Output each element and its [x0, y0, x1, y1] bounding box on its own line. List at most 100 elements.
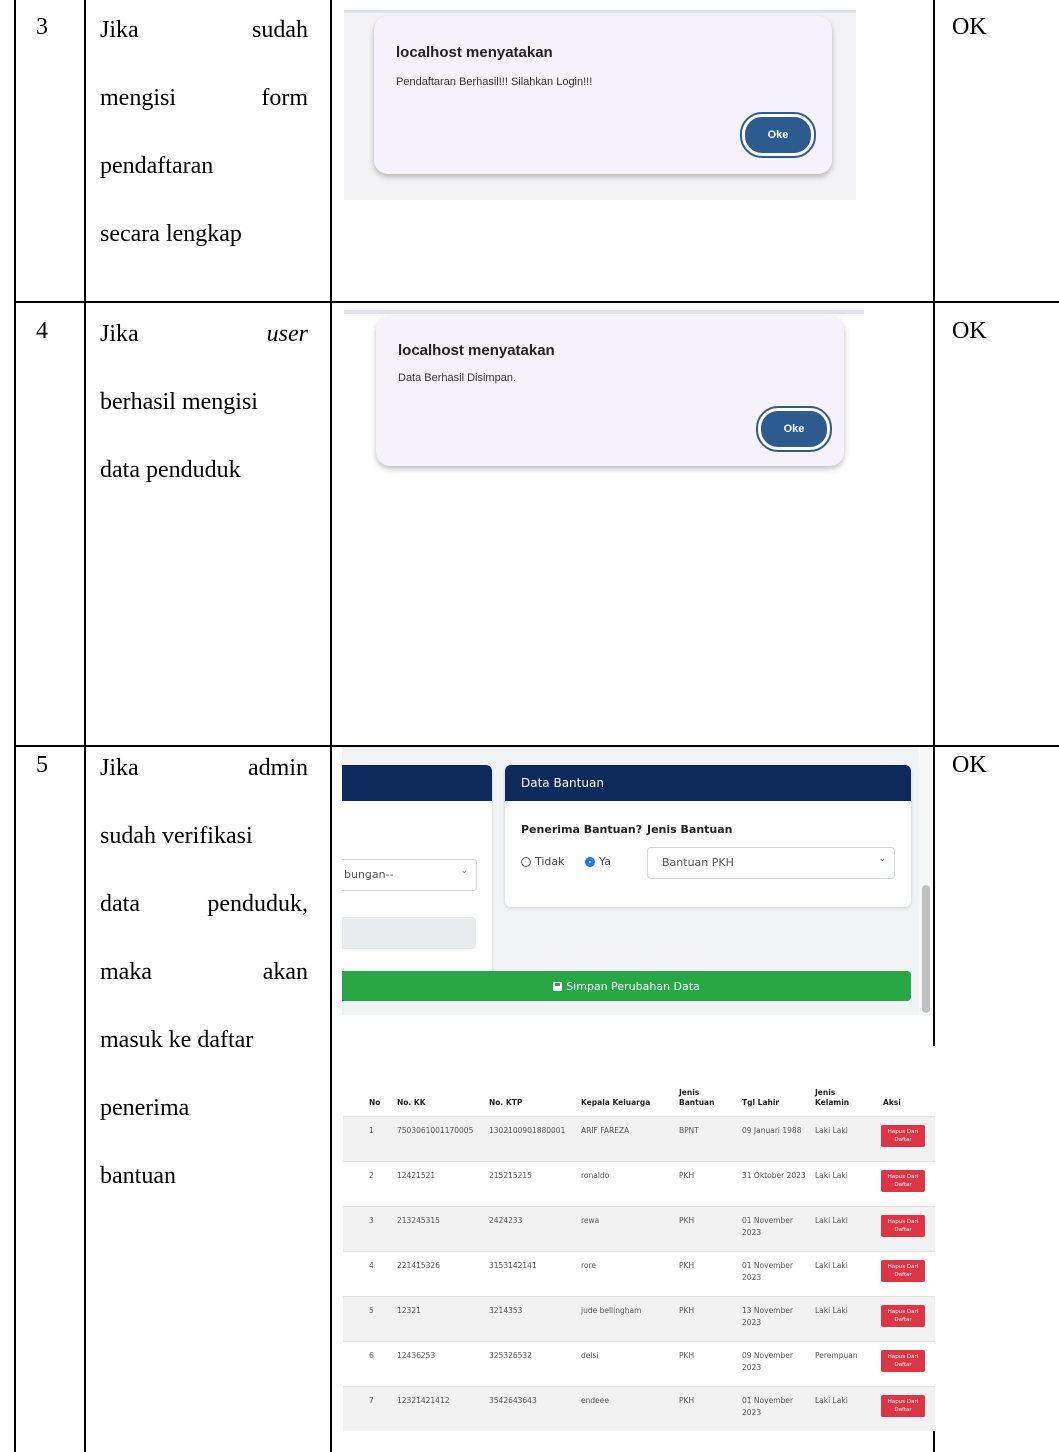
table-cell: PKH — [679, 1261, 695, 1270]
table-row: 1 7503061001170005 1302100901880001 ARIF FA… — [343, 1116, 935, 1161]
row-number: 4 — [36, 318, 48, 344]
table-cell: PKH — [679, 1351, 695, 1360]
table-row: 5 12321 3214353 jude bellingham PKH 13 Novemb… — [343, 1296, 935, 1341]
table-cell: endeee — [581, 1396, 609, 1405]
table-cell: 215215215 — [489, 1171, 532, 1180]
table-cell: 12436253 — [397, 1351, 436, 1360]
penerima-label: Penerima Bantuan? — [521, 823, 643, 836]
table-cell: 09 November 2023 — [742, 1351, 793, 1372]
remove-from-list-button[interactable]: Hapus Dari Daftar — [881, 1125, 925, 1147]
table-row: 3 213245315 2424233 rewa PKH 01 November 2023… — [343, 1206, 935, 1251]
table-cell: 2 — [369, 1171, 374, 1180]
remove-from-list-button[interactable]: Hapus Dari Daftar — [881, 1305, 925, 1327]
jenis-bantuan-select[interactable]: Bantuan PKH ⌄ — [647, 847, 895, 879]
data-bantuan-panel: Data Bantuan Penerima Bantuan? Jenis Ban… — [505, 765, 911, 907]
table-cell: delsi — [581, 1351, 599, 1360]
remove-from-list-button[interactable]: Hapus Dari Daftar — [881, 1215, 925, 1237]
grid-line — [14, 0, 16, 1452]
remove-from-list-button[interactable]: Hapus Dari Daftar — [881, 1170, 925, 1192]
left-input[interactable] — [342, 917, 476, 949]
table-cell: BPNT — [679, 1126, 699, 1135]
row-description: Jika admin sudah verifikasi data penduduk,… — [100, 755, 308, 1189]
header-no: No — [369, 1098, 381, 1107]
row-description: Jika sudah mengisi form pendaftaran secara… — [100, 17, 308, 247]
table-cell: 13 November 2023 — [742, 1306, 793, 1327]
table-cell: PKH — [679, 1306, 695, 1315]
ok-button[interactable]: Oke — [740, 112, 816, 158]
table-cell: 7 — [369, 1396, 374, 1405]
table-cell: PKH — [679, 1396, 695, 1405]
jenis-bantuan-value: Bantuan PKH — [662, 856, 734, 869]
table-cell: 325326532 — [489, 1351, 532, 1360]
save-button-label: Simpan Perubahan Data — [566, 979, 700, 993]
grid-line — [84, 0, 86, 1452]
table-cell: 7503061001170005 — [397, 1126, 474, 1135]
table-cell: rewa — [581, 1216, 600, 1225]
table-cell: 01 November 2023 — [742, 1216, 793, 1237]
dialog-screenshot-3: localhost menyatakan Pendaftaran Berhasi… — [344, 10, 856, 200]
table-cell: 01 November 2023 — [742, 1261, 793, 1282]
left-select-value: bungan-- — [344, 868, 394, 881]
header-jenis-kelamin: Jenis Kelamin — [815, 1088, 850, 1107]
table-cell: Perempuan — [815, 1351, 858, 1360]
table-cell: 4 — [369, 1261, 374, 1270]
status-ok: OK — [952, 14, 987, 40]
ok-button[interactable]: Oke — [756, 406, 832, 452]
radio-checked-icon — [585, 856, 595, 867]
panel-title: Data Bantuan — [521, 776, 604, 790]
dialog-message: Data Berhasil Disimpan. — [398, 372, 516, 384]
grid-line — [330, 0, 332, 1452]
remove-from-list-button[interactable]: Hapus Dari Daftar — [881, 1395, 925, 1417]
table-cell: 31 Oktober 2023 — [742, 1171, 806, 1180]
row-description: Jika user berhasil mengisi data penduduk — [100, 321, 308, 483]
left-panel: bungan-- ⌄ — [342, 765, 492, 975]
table-cell: ARIF FAREZA — [581, 1126, 630, 1135]
table-cell: PKH — [679, 1171, 695, 1180]
radio-unchecked-icon — [521, 856, 531, 867]
alert-dialog: localhost menyatakan Data Berhasil Disim… — [376, 316, 844, 466]
table-cell: 1302100901880001 — [489, 1126, 566, 1135]
status-ok: OK — [952, 318, 987, 344]
table-cell: jude bellingham — [581, 1306, 642, 1315]
table-cell: 12321 — [397, 1306, 421, 1315]
table-header-row: No No. KK No. KTP Kepala Keluarga Jenis … — [343, 1078, 935, 1116]
status-ok: OK — [952, 752, 987, 778]
table-cell: Laki Laki — [815, 1171, 848, 1180]
table-row: 2 12421521 215215215 ronaldo PKH 31 Oktober 2… — [343, 1161, 935, 1206]
row-number: 3 — [36, 14, 48, 40]
header-no-ktp: No. KTP — [489, 1098, 523, 1107]
table-cell: Laki Laki — [815, 1126, 848, 1135]
scrollbar-thumb[interactable] — [922, 885, 930, 1013]
table-row: 7 12321421412 3542643643 endeee PKH 01 Novemb… — [343, 1386, 935, 1431]
remove-from-list-button[interactable]: Hapus Dari Daftar — [881, 1260, 925, 1282]
save-changes-button[interactable]: Simpan Perubahan Data — [342, 971, 911, 1001]
table-row: 4 221415326 3153142141 rore PKH 01 November 2… — [343, 1251, 935, 1296]
row-number: 5 — [36, 752, 48, 778]
radio-ya[interactable]: Ya — [585, 855, 611, 868]
scrollbar[interactable] — [919, 747, 932, 1015]
table-cell: 213245315 — [397, 1216, 440, 1225]
dialog-title: localhost menyatakan — [396, 44, 553, 61]
table-cell: Laki Laki — [815, 1261, 848, 1270]
dialog-screenshot-4: localhost menyatakan Data Berhasil Disim… — [344, 310, 864, 480]
form-screenshot: bungan-- ⌄ Data Bantuan Penerima Bantuan… — [342, 747, 932, 1015]
radio-tidak[interactable]: Tidak — [521, 855, 565, 868]
table-cell: 3214353 — [489, 1306, 523, 1315]
table-cell: 12421521 — [397, 1171, 436, 1180]
header-aksi: Aksi — [883, 1098, 901, 1107]
remove-from-list-button[interactable]: Hapus Dari Daftar — [881, 1350, 925, 1372]
recipients-table: No No. KK No. KTP Kepala Keluarga Jenis … — [343, 1078, 935, 1431]
table-cell: 3153142141 — [489, 1261, 537, 1270]
table-cell: 3542643643 — [489, 1396, 537, 1405]
left-select[interactable]: bungan-- ⌄ — [342, 859, 477, 891]
alert-dialog: localhost menyatakan Pendaftaran Berhasi… — [374, 16, 832, 174]
table-cell: 221415326 — [397, 1261, 440, 1270]
table-cell: rore — [581, 1261, 597, 1270]
table-cell: Laki Laki — [815, 1216, 848, 1225]
table-cell: 01 November 2023 — [742, 1396, 793, 1417]
table-cell: ronaldo — [581, 1171, 610, 1180]
header-jenis-bantuan: Jenis Bantuan — [679, 1088, 715, 1107]
table-cell: Laki Laki — [815, 1306, 848, 1315]
table-cell: 6 — [369, 1351, 374, 1360]
header-tgl-lahir: Tgl Lahir — [742, 1098, 780, 1107]
